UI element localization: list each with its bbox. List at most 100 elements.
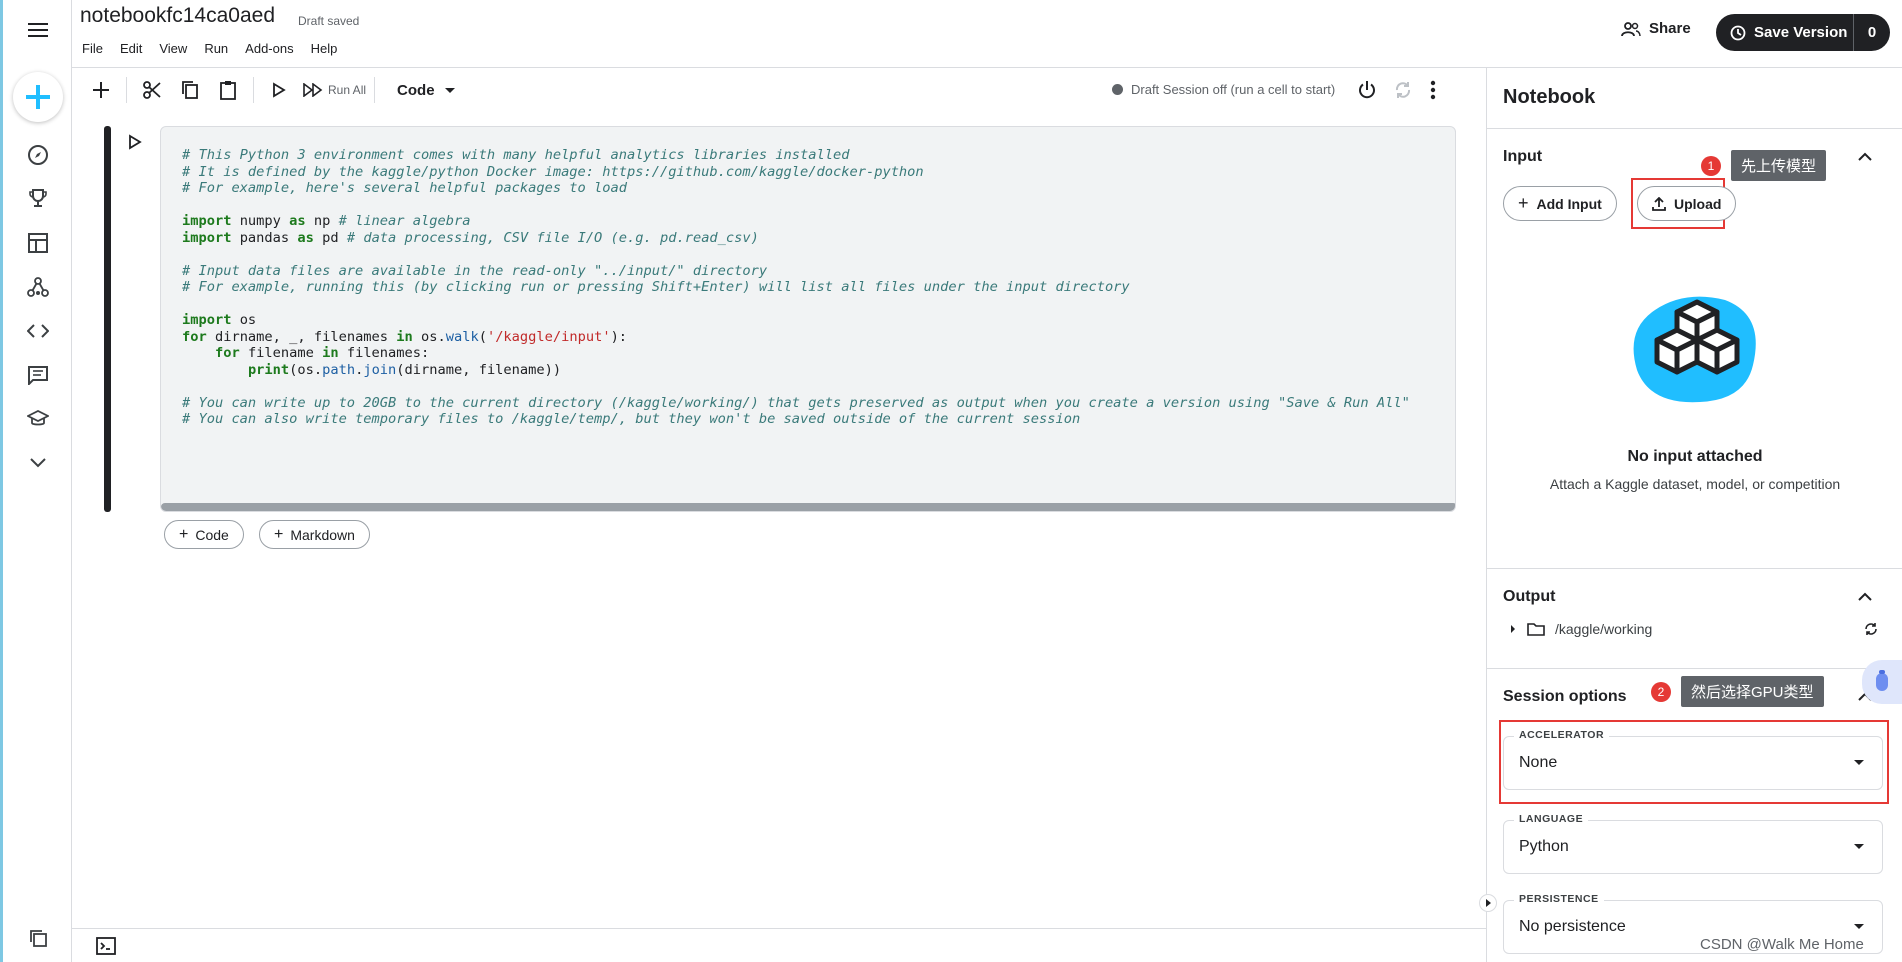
cell-type-dropdown[interactable]: Code bbox=[397, 82, 455, 99]
upload-button[interactable]: Upload bbox=[1637, 186, 1737, 221]
add-code-label: Code bbox=[195, 526, 229, 543]
code-token: # For example, running this (by clicking… bbox=[182, 279, 1130, 295]
floating-assistant-button[interactable] bbox=[1862, 660, 1902, 704]
chevron-down-icon[interactable] bbox=[24, 449, 52, 477]
code-token: # This Python 3 environment comes with m… bbox=[182, 147, 850, 163]
menu-add-ons[interactable]: Add-ons bbox=[245, 41, 293, 56]
view-history-icon[interactable] bbox=[24, 924, 52, 952]
panel-title: Notebook bbox=[1503, 86, 1596, 108]
session-status-text: Draft Session off (run a cell to start) bbox=[1131, 82, 1336, 97]
code-line: for dirname, _, filenames in os.walk('/k… bbox=[182, 327, 1410, 345]
menu-run[interactable]: Run bbox=[204, 41, 228, 56]
compass-icon[interactable] bbox=[24, 141, 52, 169]
upload-icon bbox=[1652, 196, 1666, 211]
run-all-button[interactable]: Run All bbox=[328, 83, 366, 97]
terminal-icon[interactable] bbox=[96, 937, 116, 960]
chevron-up-icon[interactable] bbox=[1853, 584, 1877, 608]
code-token: (os. bbox=[289, 361, 323, 378]
code-token: import bbox=[182, 312, 232, 328]
discussion-icon[interactable] bbox=[24, 361, 52, 389]
annotation-badge-1: 1 bbox=[1701, 156, 1721, 176]
share-button[interactable]: Share bbox=[1621, 20, 1691, 37]
menu-edit[interactable]: Edit bbox=[120, 41, 142, 56]
language-label: LANGUAGE bbox=[1514, 813, 1589, 825]
annotation-tooltip-2: 然后选择GPU类型 bbox=[1681, 676, 1824, 707]
code-token: filename bbox=[239, 345, 323, 361]
upload-label: Upload bbox=[1674, 195, 1722, 212]
plus-icon: + bbox=[274, 525, 284, 543]
add-cell-icon[interactable] bbox=[82, 71, 120, 109]
table-icon[interactable] bbox=[24, 229, 52, 257]
code-token: print bbox=[247, 361, 290, 378]
run-cell-button[interactable] bbox=[128, 134, 142, 155]
chevron-up-icon[interactable] bbox=[1853, 144, 1877, 168]
language-select[interactable]: LANGUAGE Python bbox=[1503, 813, 1883, 874]
code-line: # It is defined by the kaggle/python Doc… bbox=[182, 162, 1410, 180]
cell-selection-bar bbox=[104, 126, 111, 512]
language-value: Python bbox=[1519, 838, 1569, 855]
code-token: np bbox=[305, 213, 339, 229]
code-token: pd bbox=[313, 229, 347, 246]
history-icon bbox=[1730, 25, 1746, 40]
cut-icon[interactable] bbox=[133, 71, 171, 109]
notebook-toolbar: Run All Code Draft Session off (run a ce… bbox=[72, 68, 1486, 112]
learn-icon[interactable] bbox=[24, 405, 52, 433]
code-token: as bbox=[289, 213, 306, 229]
add-code-cell-button[interactable]: + Code bbox=[164, 520, 244, 549]
window-edge bbox=[0, 0, 3, 962]
code-line: import pandas as pd # data processing, C… bbox=[182, 228, 1410, 246]
plus-icon bbox=[26, 85, 50, 109]
notebook-title[interactable]: notebookfc14ca0aed bbox=[80, 4, 275, 28]
code-token: ( bbox=[478, 328, 487, 345]
add-input-label: Add Input bbox=[1536, 195, 1602, 212]
left-navigation-rail bbox=[0, 0, 72, 962]
accelerator-select[interactable]: ACCELERATOR None bbox=[1503, 729, 1883, 790]
code-line: # Input data files are available in the … bbox=[182, 261, 1410, 279]
menu-file[interactable]: File bbox=[82, 41, 103, 56]
menu-view[interactable]: View bbox=[159, 41, 187, 56]
copy-icon[interactable] bbox=[171, 71, 209, 109]
caret-down-icon bbox=[444, 87, 455, 93]
run-cell-icon[interactable] bbox=[260, 71, 298, 109]
input-section-title: Input bbox=[1503, 148, 1543, 165]
code-line: # For example, running this (by clicking… bbox=[182, 277, 1410, 295]
empty-input-illustration bbox=[1625, 290, 1765, 415]
code-line: import os bbox=[182, 310, 1410, 328]
divider bbox=[1487, 128, 1902, 129]
save-version-button[interactable]: Save Version 0 bbox=[1716, 14, 1890, 51]
divider bbox=[1487, 568, 1902, 569]
assistant-icon bbox=[1876, 670, 1888, 691]
more-options-icon[interactable] bbox=[1415, 72, 1451, 108]
console-bar bbox=[72, 928, 1486, 962]
paste-icon[interactable] bbox=[209, 71, 247, 109]
code-icon[interactable] bbox=[24, 317, 52, 345]
model-network-icon[interactable] bbox=[24, 273, 52, 301]
code-editor[interactable]: # This Python 3 environment comes with m… bbox=[160, 126, 1456, 512]
hamburger-menu-icon[interactable] bbox=[24, 16, 52, 44]
output-folder-row[interactable]: /kaggle/working bbox=[1509, 621, 1652, 637]
caret-right-icon bbox=[1486, 899, 1491, 907]
refresh-output-icon[interactable] bbox=[1863, 621, 1879, 642]
toolbar-divider bbox=[126, 77, 127, 103]
save-version-label: Save Version bbox=[1754, 24, 1848, 41]
add-input-button[interactable]: + Add Input bbox=[1503, 186, 1617, 221]
code-text[interactable]: # This Python 3 environment comes with m… bbox=[182, 145, 1410, 427]
horizontal-scrollbar[interactable] bbox=[161, 503, 1455, 511]
play-icon bbox=[129, 134, 142, 150]
power-icon[interactable] bbox=[1349, 72, 1385, 108]
plus-icon: + bbox=[1518, 193, 1529, 213]
run-all-icon[interactable] bbox=[298, 71, 328, 109]
version-count[interactable]: 0 bbox=[1854, 24, 1890, 41]
trophy-icon[interactable] bbox=[24, 185, 52, 213]
empty-input-subtitle: Attach a Kaggle dataset, model, or compe… bbox=[1549, 476, 1841, 492]
create-new-button[interactable] bbox=[13, 72, 63, 122]
menu-help[interactable]: Help bbox=[311, 41, 338, 56]
add-markdown-cell-button[interactable]: + Markdown bbox=[259, 520, 370, 549]
collapse-panel-button[interactable] bbox=[1479, 894, 1497, 912]
code-token: os bbox=[231, 312, 257, 328]
code-token: for bbox=[214, 345, 240, 361]
notebook-header: notebookfc14ca0aed Draft saved File Edit… bbox=[72, 0, 1902, 68]
code-line: # This Python 3 environment comes with m… bbox=[182, 145, 1410, 163]
code-line: # You can write up to 20GB to the curren… bbox=[182, 393, 1410, 411]
